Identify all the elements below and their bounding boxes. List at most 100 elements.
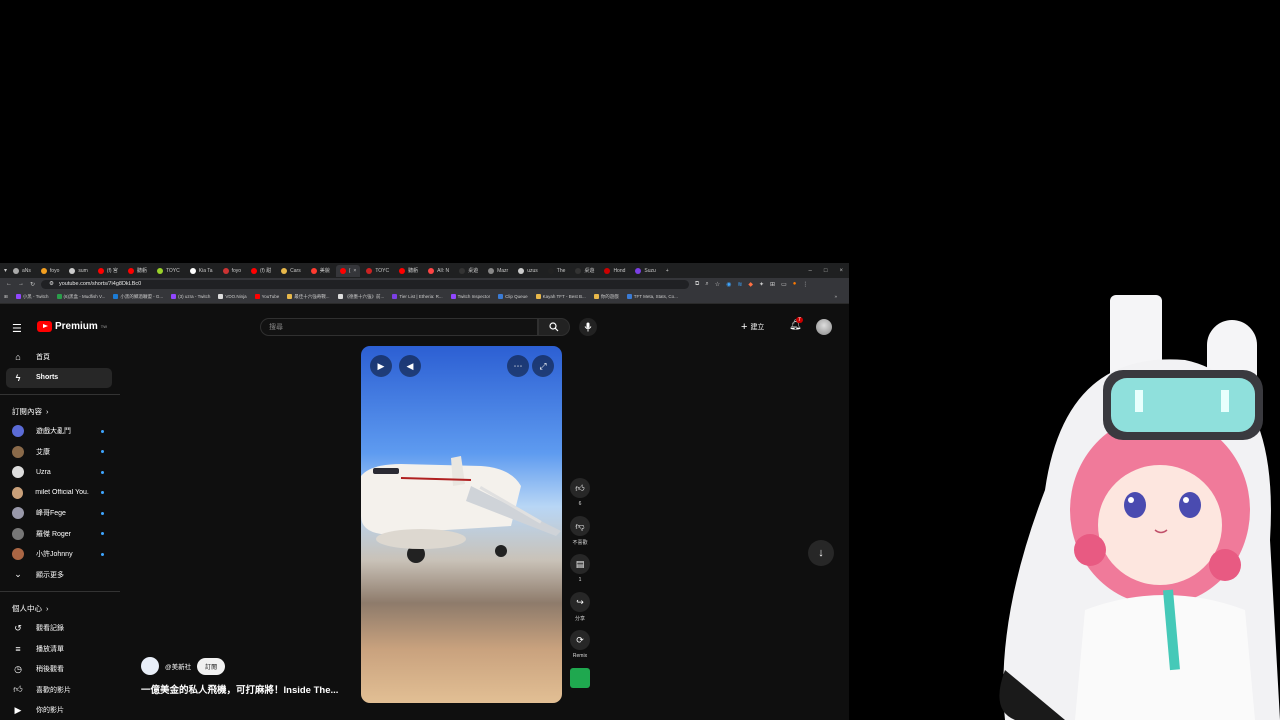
extension-icon[interactable]: ◉ bbox=[726, 281, 731, 288]
show-more-button[interactable]: ⌄ 顯示更多 bbox=[0, 565, 120, 586]
like-button[interactable]: 👍︎ bbox=[570, 478, 590, 498]
dislike-button[interactable]: 👎︎ bbox=[570, 516, 590, 536]
voice-search-button[interactable] bbox=[579, 318, 597, 336]
browser-tab[interactable]: Kia Ta bbox=[186, 265, 217, 277]
extension-icon[interactable]: ≋ bbox=[737, 281, 742, 288]
browser-tab[interactable]: 美貌 bbox=[307, 265, 334, 277]
bookmark-item[interactable]: (3) uzra - Twitch bbox=[171, 294, 210, 299]
browser-tab[interactable]: foyo bbox=[37, 265, 63, 277]
sound-thumbnail[interactable] bbox=[570, 668, 590, 688]
reload-icon[interactable]: ↻ bbox=[30, 281, 35, 288]
browser-tab[interactable]: 聽虧 bbox=[395, 265, 422, 277]
fullscreen-button[interactable]: ⤢ bbox=[532, 355, 554, 377]
browser-tab[interactable]: Mazr bbox=[484, 265, 512, 277]
subscription-item[interactable]: 艾康 bbox=[0, 442, 120, 463]
subscribe-button[interactable]: 訂閱 bbox=[197, 657, 226, 675]
browser-tab[interactable]: The bbox=[544, 265, 570, 277]
browser-tab[interactable]: 桌遊 bbox=[455, 265, 482, 277]
browser-tab[interactable]: TOYC bbox=[153, 265, 184, 277]
apps-icon[interactable]: ⊞ bbox=[4, 294, 8, 300]
install-icon[interactable]: ⧉ bbox=[695, 281, 699, 288]
subscription-item[interactable]: 遊戲大亂鬥 bbox=[0, 421, 120, 442]
sidebar-item-home[interactable]: ⌂ 首頁 bbox=[0, 347, 120, 368]
bookmark-item[interactable]: TFT Meta, Stats, Co... bbox=[626, 294, 678, 299]
search-button[interactable] bbox=[538, 318, 570, 336]
account-avatar[interactable] bbox=[816, 319, 832, 335]
bookmark-item[interactable]: 最佳十六強奇戰... bbox=[287, 294, 330, 300]
menu-dots-icon[interactable]: ⋮ bbox=[802, 281, 808, 288]
extension-icon[interactable]: ✦ bbox=[759, 281, 764, 288]
minimize-button[interactable]: – bbox=[809, 268, 812, 274]
sidebar-item-playlists[interactable]: ≡ 播放清單 bbox=[0, 639, 120, 660]
subscription-item[interactable]: 小許Johnny bbox=[0, 544, 120, 565]
comments-button[interactable]: ▤ bbox=[570, 554, 590, 574]
create-button[interactable]: + 建立 bbox=[741, 321, 764, 333]
subscriptions-header[interactable]: 訂閱內容 › bbox=[0, 401, 120, 421]
play-button[interactable]: ▶ bbox=[370, 355, 392, 377]
browser-tab[interactable]: (× bbox=[335, 264, 361, 277]
bookmark-item[interactable]: 小黑 - Twitch bbox=[15, 294, 49, 300]
tab-search-icon[interactable]: ▾ bbox=[4, 267, 7, 274]
more-options-button[interactable]: ⋯ bbox=[507, 355, 529, 377]
bookmark-item[interactable]: 你的遊戲 bbox=[593, 294, 619, 300]
profile-icon[interactable]: ● bbox=[793, 281, 797, 288]
browser-tab[interactable]: Suzu bbox=[631, 265, 659, 277]
channel-avatar[interactable] bbox=[141, 657, 159, 675]
hamburger-menu-icon[interactable]: ☰ bbox=[12, 322, 22, 335]
new-tab-button[interactable]: + bbox=[662, 268, 673, 274]
browser-tab[interactable]: aNs bbox=[9, 265, 35, 277]
tab-close-icon[interactable]: × bbox=[353, 268, 356, 274]
subscription-item[interactable]: Uzra bbox=[0, 462, 120, 483]
share-button[interactable]: ↪ bbox=[570, 592, 590, 612]
sidebar-item-watch-later[interactable]: ◷ 稍後觀看 bbox=[0, 659, 120, 680]
search-input[interactable]: 搜尋 bbox=[260, 318, 538, 336]
browser-tab[interactable]: All: N bbox=[424, 265, 453, 277]
zoom-icon[interactable]: ⌕ bbox=[705, 281, 708, 288]
sidebar-icon[interactable]: ▭ bbox=[781, 281, 787, 288]
browser-tab[interactable]: 聽虧 bbox=[124, 265, 151, 277]
bookmark-item[interactable]: Kayah TFT - Best B... bbox=[535, 294, 586, 299]
channel-name[interactable]: @美新社 bbox=[165, 661, 191, 671]
bookmark-item[interactable]: VDO.Ninja bbox=[218, 294, 247, 299]
close-window-button[interactable]: × bbox=[839, 268, 843, 274]
bookmark-item[interactable]: Clip Queue bbox=[498, 294, 528, 299]
maximize-button[interactable]: □ bbox=[824, 268, 828, 274]
sidebar-item-liked-videos[interactable]: 👍︎ 喜歡的影片 bbox=[0, 680, 120, 701]
browser-tab[interactable]: foyo bbox=[219, 265, 245, 277]
video-title[interactable]: 一億美金的私人飛機，可打麻將！Inside The... bbox=[141, 682, 338, 696]
youtube-logo[interactable]: Premium TW bbox=[37, 321, 107, 332]
shorts-video-player[interactable]: ▶ ◀︎ ⋯ ⤢ bbox=[361, 346, 562, 703]
bookmark-item[interactable]: Tier List | Etheria: R... bbox=[392, 294, 443, 299]
browser-tab[interactable]: uzus bbox=[514, 265, 542, 277]
browser-tab[interactable]: Hond bbox=[600, 265, 629, 277]
bookmark-item[interactable]: 小黑的鄉酒聯盟 - G... bbox=[113, 294, 163, 300]
next-video-button[interactable]: ↓ bbox=[808, 540, 834, 566]
bookmark-item[interactable]: (6)黑盒 - Mudfish V... bbox=[56, 294, 105, 300]
bookmark-item[interactable]: 《德墨十六強》前... bbox=[337, 294, 384, 300]
subscription-item[interactable]: milet Official You... bbox=[0, 483, 120, 504]
bookmark-item[interactable]: YouTube bbox=[254, 294, 279, 299]
mute-button[interactable]: ◀︎ bbox=[399, 355, 421, 377]
subscription-item[interactable]: 峰哥Fege bbox=[0, 503, 120, 524]
url-field[interactable]: ⚙ youtube.com/shorts/7i4g8DkLBc0 bbox=[41, 279, 690, 289]
subscription-item[interactable]: 羅傑 Roger bbox=[0, 524, 120, 545]
bookmark-item[interactable]: Twitch Inspector bbox=[450, 294, 490, 299]
remix-button[interactable]: ⟳ bbox=[570, 630, 590, 650]
browser-tab[interactable]: (f) 宮 bbox=[94, 265, 122, 277]
bookmarks-overflow-icon[interactable]: » bbox=[834, 294, 849, 299]
browser-tab[interactable]: sum bbox=[65, 265, 91, 277]
browser-tab[interactable]: (f) 甜 bbox=[247, 265, 275, 277]
extension-icon[interactable]: ◆ bbox=[748, 281, 753, 288]
extensions-puzzle-icon[interactable]: ⊞ bbox=[770, 281, 775, 288]
sidebar-item-history[interactable]: ↺ 觀看記錄 bbox=[0, 618, 120, 639]
browser-tab[interactable]: Cars bbox=[277, 265, 305, 277]
site-info-icon[interactable]: ⚙ bbox=[49, 281, 54, 287]
browser-tab[interactable]: 桌遊 bbox=[571, 265, 598, 277]
sidebar-item-shorts[interactable]: ϟ Shorts bbox=[6, 367, 112, 388]
back-icon[interactable]: ← bbox=[6, 281, 12, 287]
you-header[interactable]: 個人中心 › bbox=[0, 598, 120, 618]
bookmark-star-icon[interactable]: ☆ bbox=[715, 281, 720, 288]
forward-icon[interactable]: → bbox=[18, 281, 24, 287]
sidebar-item-your-videos[interactable]: ▶ 你的影片 bbox=[0, 700, 120, 720]
browser-tab[interactable]: TOYC bbox=[362, 265, 393, 277]
